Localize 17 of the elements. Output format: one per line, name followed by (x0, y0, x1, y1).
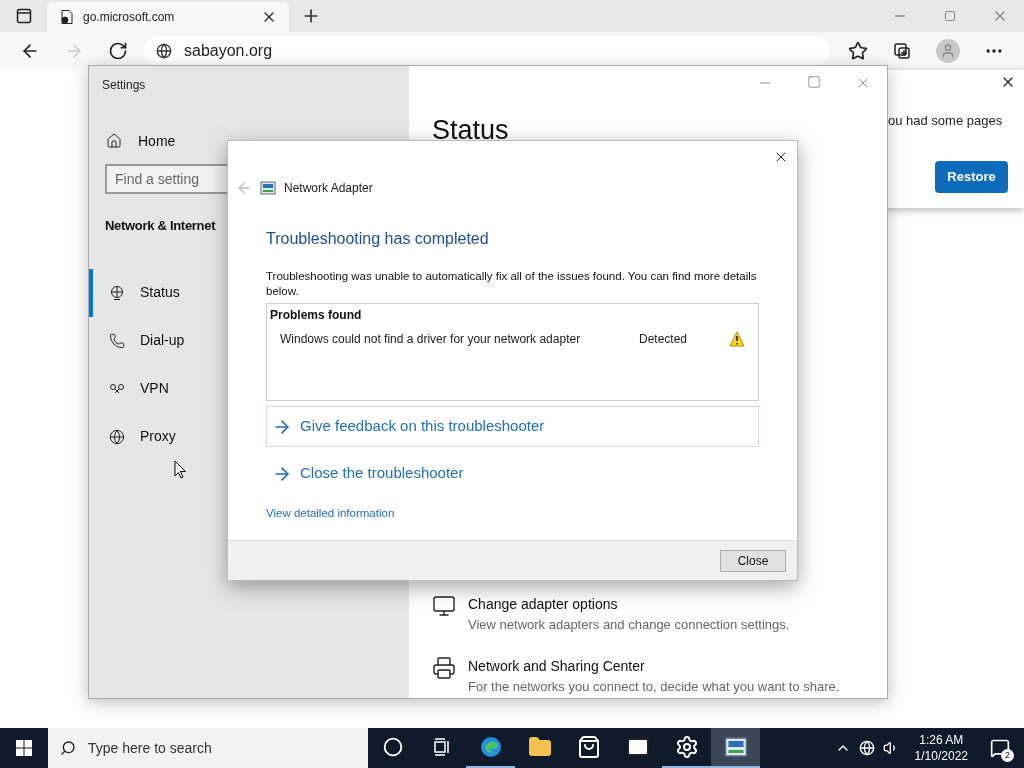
dialog-title: Network Adapter (284, 180, 373, 197)
section-heading: Network & Internet (105, 217, 217, 235)
link-title: Network and Sharing Center (468, 656, 646, 676)
result-message: Troubleshooting was unable to automatically fix all of the issues found. You can find more details below. (266, 269, 758, 299)
problem-status: Detected (639, 331, 689, 348)
link-description: For the networks you connect to, decide what you want to share. (468, 677, 840, 696)
link-description: View network adapters and change connection settings. (468, 616, 790, 634)
restore-message: ou had some pages (888, 112, 1003, 130)
tab-title: go.microsoft.com (83, 9, 176, 26)
dialog-heading: Troubleshooting has completed (266, 229, 490, 249)
notification-count: 2 (1001, 749, 1014, 762)
address-text: sabayon.org (184, 41, 273, 61)
page-heading: Status (432, 117, 510, 144)
problem-text: Windows could not find a driver for your network adapter (280, 331, 582, 348)
link-title: Change adapter options (468, 595, 619, 614)
problems-heading: Problems found (270, 307, 363, 324)
window-title: Settings (102, 77, 147, 94)
